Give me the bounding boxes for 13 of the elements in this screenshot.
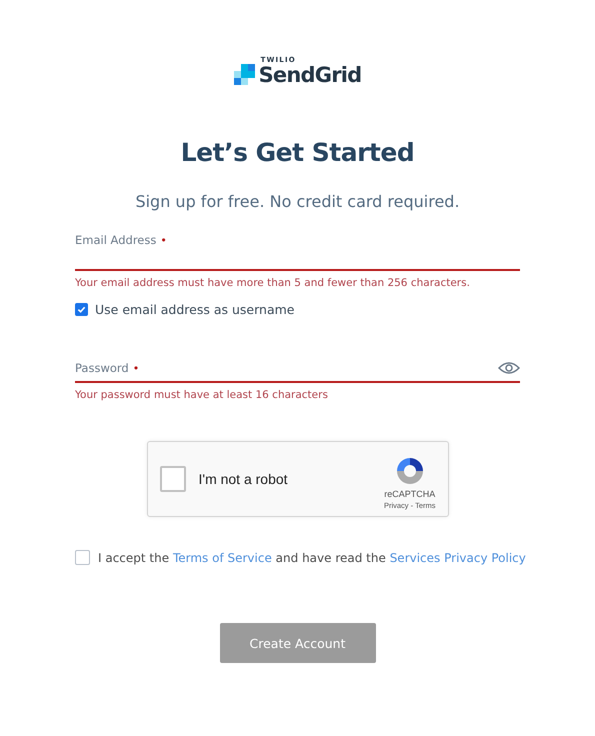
captcha-label: I'm not a robot bbox=[198, 471, 289, 487]
subtitle: Sign up for free. No credit card required. bbox=[135, 192, 460, 211]
terms-link[interactable]: Terms of Service bbox=[172, 550, 272, 564]
terms-sentence: I accept the Terms of Service and have read the Services Privacy Policy bbox=[98, 550, 526, 564]
terms-link[interactable]: Services Privacy Policy bbox=[390, 550, 526, 564]
checkbox-label: Use email address as username bbox=[95, 302, 294, 317]
page-title: Let’s Get Started bbox=[180, 138, 414, 167]
error-message: Your password must have at least 16 characters bbox=[75, 389, 329, 401]
password-field[interactable]: Password • bbox=[75, 345, 520, 383]
email-field[interactable]: Email Address • bbox=[75, 233, 520, 271]
logo-product: SendGrid bbox=[258, 64, 362, 86]
error-message: Your email address must have more than 5 and fewer than 256 characters. bbox=[75, 277, 471, 289]
captcha-brand: reCAPTCHA bbox=[384, 488, 436, 498]
